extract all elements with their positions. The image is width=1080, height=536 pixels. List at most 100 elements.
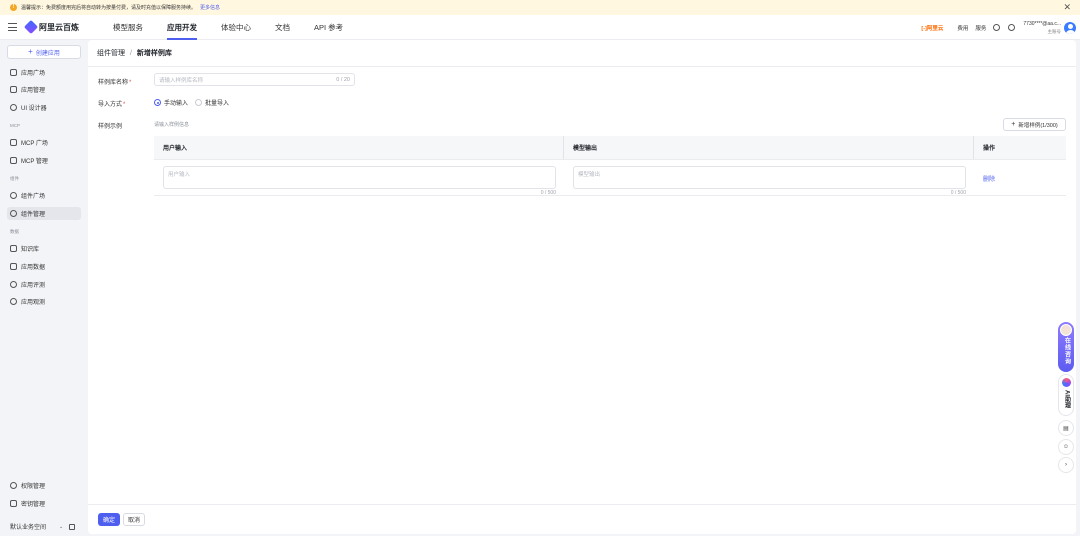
nav-experience[interactable]: 体验中心	[209, 15, 263, 40]
ai-orb-icon	[1062, 378, 1071, 387]
cancel-button[interactable]: 取消	[123, 513, 145, 526]
radio-batch[interactable]: 批量导入	[195, 98, 229, 107]
consult-label: 在线咨询	[1063, 337, 1070, 365]
agent-avatar-icon	[1060, 324, 1072, 336]
sidebar: + 创建应用 应用广场 应用管理 UI 设计器 MCP MCP 广场 MCP 管…	[0, 40, 88, 536]
collapse-icon[interactable]	[69, 523, 76, 530]
model-output-field[interactable]: 模型输出	[573, 166, 966, 189]
smile-icon[interactable]: ☺	[1058, 439, 1074, 455]
notice-banner: ! 温馨提示：免费额度用完后将自动转为按量付费，请及时充值以保障服务持续。 更多…	[0, 0, 1080, 15]
sidebar-item-label: UI 设计器	[21, 106, 47, 112]
import-label-text: 导入方式	[98, 102, 123, 108]
name-placeholder: 请输入样例库名称	[159, 77, 204, 84]
component-manage-icon	[10, 210, 17, 217]
cell-model-output: 模型输出 0 / 500	[564, 160, 974, 196]
col-user-input: 用户输入	[154, 136, 564, 159]
create-app-button[interactable]: + 创建应用	[7, 45, 81, 59]
nav-app-dev[interactable]: 应用开发	[155, 15, 209, 40]
sidebar-item-label: 密钥管理	[21, 502, 46, 508]
breadcrumb-current: 新增样例库	[136, 50, 172, 57]
menu-icon[interactable]	[8, 23, 17, 31]
sidebar-item-label: MCP 管理	[21, 159, 48, 165]
user-icon	[10, 482, 17, 489]
table-header: 用户输入 模型输出 操作	[154, 136, 1066, 160]
ai-label: AI助理	[1063, 390, 1070, 408]
nav-fees[interactable]: 费用	[957, 24, 968, 32]
warning-icon: !	[10, 4, 17, 11]
nav-api-ref[interactable]: API 参考	[302, 15, 355, 40]
radio-manual[interactable]: 手动输入	[154, 98, 188, 107]
col-action: 操作	[983, 146, 996, 152]
sidebar-item-keys[interactable]: 密钥管理	[7, 497, 81, 510]
breadcrumb-parent[interactable]: 组件管理	[97, 50, 125, 57]
component-icon	[10, 192, 17, 199]
account-name: 7730****@aa.c...	[1023, 20, 1061, 27]
mcp-manage-icon	[10, 157, 17, 164]
logo[interactable]: 阿里云百炼	[23, 19, 79, 35]
nav-docs[interactable]: 文档	[263, 15, 302, 40]
delete-link[interactable]: 删除	[983, 174, 995, 183]
sidebar-item-app-data[interactable]: 应用数据	[7, 260, 81, 273]
aliyun-badge[interactable]: [-]阿里云	[921, 24, 943, 32]
book-icon	[10, 245, 17, 252]
sidebar-item-app-manage[interactable]: 应用管理	[7, 83, 81, 96]
user-input-field[interactable]: 用户输入	[163, 166, 556, 189]
plus-icon: +	[1011, 121, 1016, 128]
workspace-selector[interactable]: 默认业务空间 ⌄	[7, 520, 81, 533]
doc-icon[interactable]: ▤	[1058, 420, 1074, 436]
breadcrumb-separator: /	[129, 50, 132, 57]
sidebar-item-app-eval[interactable]: 应用评测	[7, 278, 81, 291]
designer-icon	[10, 104, 17, 111]
name-label: 样例库名称*	[98, 80, 132, 86]
chart-icon	[10, 263, 17, 270]
sidebar-item-mcp-square[interactable]: MCP 广场	[7, 136, 81, 149]
sidebar-group-data: 数据	[10, 229, 19, 234]
model-output-count: 0 / 500	[950, 190, 966, 196]
sidebar-item-knowledge[interactable]: 知识库	[7, 242, 81, 255]
add-example-button[interactable]: + 新增样例(1/300)	[1003, 118, 1066, 131]
settings-icon[interactable]	[1008, 24, 1016, 31]
sidebar-item-label: 组件广场	[21, 194, 46, 200]
gear-icon[interactable]	[993, 24, 1001, 31]
header-divider	[88, 66, 1076, 67]
apps-icon	[10, 86, 17, 93]
radio-dot	[195, 99, 202, 106]
cell-action: 删除	[974, 160, 1066, 195]
ai-assistant-button[interactable]: AI助理	[1058, 374, 1074, 416]
chevron-down-icon: ⌄	[59, 523, 64, 530]
confirm-button[interactable]: 确定	[98, 513, 120, 526]
eval-icon	[10, 281, 17, 288]
example-table: 用户输入 模型输出 操作 用户输入 0 / 500 模型输出 0 / 500 删…	[154, 136, 1066, 196]
add-example-label: 新增样例(1/300)	[1018, 122, 1058, 129]
chevron-right-icon[interactable]: ›	[1058, 457, 1074, 473]
sidebar-item-label: 知识库	[21, 247, 40, 253]
sidebar-item-component-manage[interactable]: 组件管理	[7, 207, 81, 220]
name-count: 0 / 20	[336, 76, 350, 83]
sidebar-item-label: MCP 广场	[21, 141, 48, 147]
radio-manual-label: 手动输入	[164, 101, 189, 107]
table-row: 用户输入 0 / 500 模型输出 0 / 500 删除	[154, 160, 1066, 196]
name-label-text: 样例库名称	[98, 80, 129, 86]
sidebar-item-ui-designer[interactable]: UI 设计器	[7, 101, 81, 114]
online-consult-button[interactable]: 在线咨询	[1058, 322, 1074, 372]
user-input-count: 0 / 500	[540, 190, 556, 196]
sidebar-item-app-square[interactable]: 应用广场	[7, 66, 81, 79]
close-icon[interactable]: ✕	[1063, 2, 1071, 12]
radio-batch-label: 批量导入	[205, 101, 230, 107]
sidebar-item-mcp-manage[interactable]: MCP 管理	[7, 154, 81, 167]
avatar[interactable]	[1064, 21, 1076, 34]
banner-text: 温馨提示：免费额度用完后将自动转为按量付费，请及时充值以保障服务持续。	[21, 5, 197, 11]
sidebar-item-component-square[interactable]: 组件广场	[7, 189, 81, 202]
nav-service[interactable]: 服务	[975, 24, 986, 32]
nav-model-service[interactable]: 模型服务	[101, 15, 155, 40]
sidebar-item-label: 应用管理	[21, 88, 46, 94]
name-input[interactable]: 请输入样例库名称 0 / 20	[154, 73, 355, 86]
key-icon	[10, 500, 17, 507]
sidebar-item-permissions[interactable]: 权限管理	[7, 479, 81, 492]
sidebar-item-app-observe[interactable]: 应用观测	[7, 295, 81, 308]
account-info[interactable]: 7730****@aa.c... 主账号	[1023, 21, 1061, 35]
breadcrumb: 组件管理 / 新增样例库	[97, 48, 172, 58]
sidebar-item-label: 应用广场	[21, 71, 46, 77]
banner-link[interactable]: 更多信息	[200, 4, 220, 11]
sidebar-item-label: 组件管理	[21, 212, 46, 218]
